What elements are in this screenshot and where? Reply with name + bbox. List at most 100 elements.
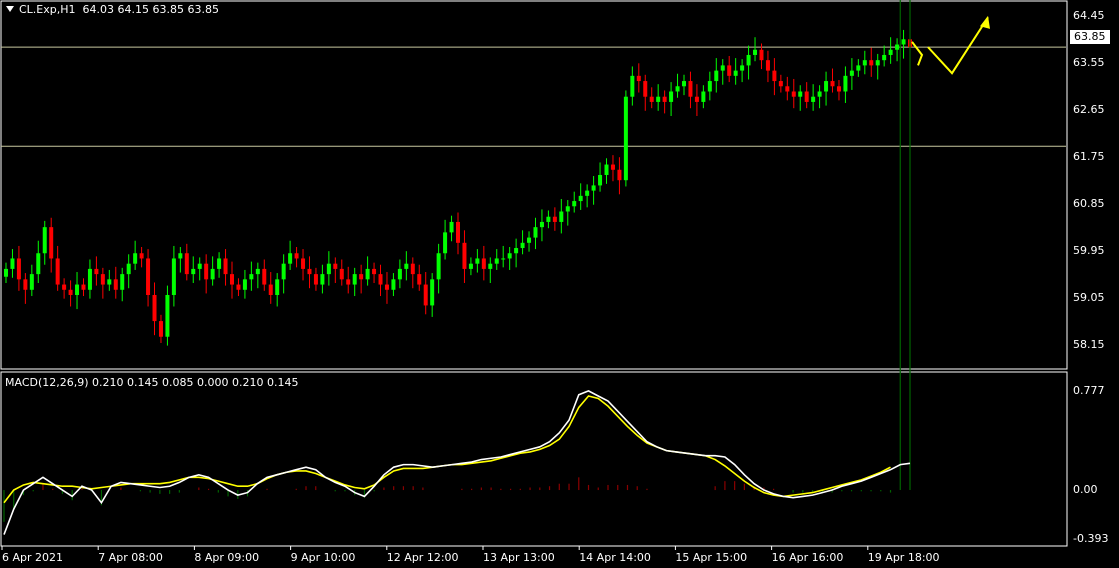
candle-body [4, 268, 8, 277]
candle-body [75, 284, 80, 295]
time-axis-label: 7 Apr 08:00 [98, 551, 163, 564]
candle-body [423, 284, 428, 306]
candle-body [520, 242, 525, 249]
candle-body [242, 279, 247, 290]
candle-body [843, 75, 848, 92]
candle-body [146, 258, 151, 295]
time-axis-label: 16 Apr 16:00 [771, 551, 844, 564]
candle-body [352, 274, 357, 285]
chart-canvas[interactable] [0, 0, 1119, 568]
candle-body [856, 65, 861, 71]
candle-body [888, 49, 893, 55]
candle-body [294, 253, 299, 259]
time-axis-label: 19 Apr 18:00 [867, 551, 940, 564]
candle-body [694, 96, 699, 102]
symbol-dropdown-icon[interactable] [6, 6, 14, 12]
candle-body [346, 279, 351, 285]
candle-body [87, 268, 92, 290]
candle-body [559, 211, 564, 222]
candle-body [320, 274, 325, 285]
time-axis-label: 14 Apr 14:00 [579, 551, 651, 564]
macd-pane-frame [0, 371, 1068, 547]
candle-body [81, 284, 86, 290]
candle-body [798, 91, 803, 97]
candle-body [42, 227, 47, 254]
candle-body [255, 268, 260, 275]
candle-body [288, 253, 293, 264]
macd-indicator-label[interactable]: MACD(12,26,9) 0.210 0.145 0.085 0.000 0.… [5, 376, 298, 389]
price-axis-label: 62.65 [1073, 102, 1105, 116]
candle-body [875, 60, 880, 66]
candle-body [778, 81, 783, 87]
candle-body [501, 258, 506, 260]
candle-body [714, 70, 719, 82]
candle-body [49, 227, 54, 259]
candle-body [301, 258, 306, 269]
candle-body [378, 274, 383, 285]
candle-body [733, 70, 738, 76]
candle-body [546, 216, 551, 222]
candle-body [598, 174, 603, 186]
candle-body [223, 258, 228, 275]
candle-body [197, 263, 202, 269]
candle-body [268, 284, 273, 295]
arrow-tool-down-short[interactable] [911, 41, 924, 66]
candle-body [23, 279, 28, 290]
candle-body [372, 268, 377, 275]
candle-body [410, 263, 415, 275]
arrow-tool-projection[interactable] [927, 16, 989, 75]
candle-body [62, 284, 67, 290]
candle-body [533, 227, 538, 238]
symbol-timeframe[interactable]: CL.Exp,H1 [19, 3, 76, 16]
candle-body [326, 263, 331, 275]
candle-body [436, 253, 441, 280]
candle-body [16, 258, 21, 280]
candle-body [191, 268, 196, 275]
candle-body [636, 75, 641, 82]
price-axis-label: 59.05 [1073, 290, 1105, 304]
candle-body [804, 91, 809, 102]
candle-body [94, 268, 99, 275]
candle-body [133, 253, 138, 264]
candle-body [178, 253, 183, 259]
candle-body [120, 274, 125, 290]
time-axis-label: 13 Apr 13:00 [483, 551, 555, 564]
time-axis-label: 12 Apr 12:00 [386, 551, 459, 564]
time-axis-label: 6 Apr 2021 [2, 551, 64, 564]
price-pane-frame [0, 0, 1068, 370]
candle-body [29, 274, 34, 290]
candle-body [488, 263, 493, 269]
candle-body [836, 86, 841, 92]
candle-body [539, 221, 544, 228]
candle-body [391, 279, 396, 290]
candle-body [649, 96, 654, 102]
candle-body [753, 49, 758, 55]
candle-body [281, 263, 286, 280]
candle-body [139, 253, 144, 259]
candle-body [468, 263, 473, 269]
candle-body [100, 274, 105, 285]
candle-body [901, 39, 906, 45]
candle-body [830, 81, 835, 87]
candle-body [204, 263, 209, 280]
candle-body [591, 185, 596, 191]
price-axis-label: 58.15 [1073, 337, 1105, 351]
macd-axis-label: -0.393 [1073, 532, 1109, 545]
candle-body [365, 268, 370, 280]
candle-body [565, 206, 570, 212]
price-axis-label: 60.85 [1073, 196, 1105, 210]
candle-body [462, 242, 467, 269]
candle-body [107, 279, 112, 285]
candle-body [656, 96, 661, 102]
candle-body [746, 54, 751, 66]
time-axis-label: 15 Apr 15:00 [675, 551, 748, 564]
macd-main-line [3, 390, 911, 535]
candle-body [785, 86, 790, 92]
candle-body [630, 75, 635, 97]
candle-body [339, 268, 344, 280]
candle-body [184, 253, 189, 275]
price-axis-label: 64.45 [1073, 8, 1105, 22]
candle-body [36, 253, 41, 275]
candle-body [359, 274, 364, 280]
macd-axis-label: 0.777 [1073, 384, 1105, 398]
